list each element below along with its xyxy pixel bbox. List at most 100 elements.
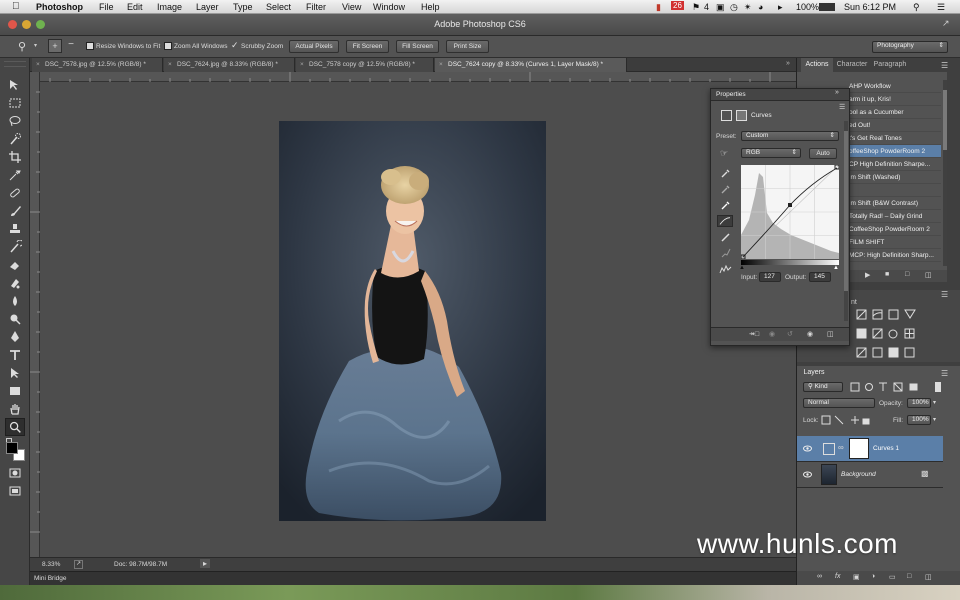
toggle-visibility-eye-icon[interactable]: ◉ (807, 330, 813, 338)
record-icon[interactable]: ▮ (656, 2, 661, 13)
curve-edit-points-icon[interactable] (717, 215, 733, 227)
blur-tool-icon[interactable] (8, 294, 22, 308)
gradient-tool-icon[interactable] (8, 276, 22, 290)
healing-brush-tool-icon[interactable] (8, 186, 22, 200)
tab-layers[interactable]: Layers (801, 366, 827, 380)
tool-preset-chevron-icon[interactable]: ▾ (34, 42, 37, 49)
fill-input[interactable]: 100% (907, 415, 931, 425)
adjustments-menu-icon[interactable]: ☰ (941, 290, 948, 299)
properties-header[interactable]: Properties » (711, 89, 849, 101)
volume-icon[interactable]: ▸ (778, 2, 783, 13)
layer-filter-icons[interactable] (849, 382, 945, 392)
layer-row-selected[interactable]: ∞ Curves 1 (797, 436, 943, 462)
curves-graph[interactable] (741, 165, 839, 259)
scrubby-zoom-checkbox[interactable]: ✓ (231, 40, 239, 51)
action-item[interactable]: ool as a Cucumber (849, 106, 941, 119)
zoom-tool-selected-icon[interactable] (5, 418, 25, 436)
menu-type[interactable]: Type (233, 2, 253, 12)
tab-overflow-icon[interactable]: » (786, 60, 790, 67)
layer-name[interactable]: Curves 1 (873, 445, 899, 452)
layer-name[interactable]: Background (841, 471, 876, 478)
document-tab[interactable]: × DSC_7624.jpg @ 8.33% (RGB/8) * (164, 58, 295, 72)
visibility-eye-icon[interactable] (803, 445, 812, 452)
fill-chevron-icon[interactable]: ▾ (933, 416, 936, 423)
marquee-tool-icon[interactable] (8, 96, 22, 110)
rectangle-tool-icon[interactable] (8, 384, 22, 398)
channel-select[interactable]: RGB ⇕ (741, 148, 801, 158)
workspace-select[interactable]: Photography ⇕ (872, 41, 948, 53)
fill-screen-button[interactable]: Fill Screen (396, 40, 439, 53)
delete-adjustment-icon[interactable]: ◫ (827, 330, 834, 338)
preset-select[interactable]: Custom ⇕ (741, 131, 839, 141)
action-item[interactable]: FILM SHIFT (849, 236, 941, 249)
properties-menu-icon[interactable]: ☰ (839, 103, 845, 111)
close-tab-icon[interactable]: × (168, 58, 172, 72)
close-tab-icon[interactable]: × (36, 58, 40, 72)
input-field[interactable]: 127 (759, 272, 781, 282)
curve-draw-pencil-icon[interactable] (721, 232, 731, 242)
action-item[interactable]: AHP Workflow (849, 80, 941, 93)
move-tool-icon[interactable] (8, 78, 22, 92)
fullscreen-icon[interactable]: ↗ (942, 18, 950, 29)
actual-pixels-button[interactable]: Actual Pixels (289, 40, 339, 53)
eyedropper-tool-icon[interactable] (8, 168, 22, 182)
curve-point-mid[interactable] (788, 203, 792, 207)
black-point-eyedropper-icon[interactable] (721, 168, 731, 178)
layer-style-icon[interactable]: fx (835, 573, 840, 580)
layer-thumbnail[interactable] (821, 464, 837, 485)
foreground-color-swatch[interactable] (6, 442, 18, 454)
type-tool-icon[interactable] (8, 348, 22, 362)
action-item[interactable]: arm it up, Kris! (849, 93, 941, 106)
zoom-level[interactable]: 8.33% (42, 561, 60, 568)
status-extra[interactable]: 4 (704, 2, 709, 12)
new-action-icon[interactable]: □ (905, 271, 909, 278)
clip-to-layer-icon[interactable]: ↠□ (749, 330, 759, 338)
lasso-tool-icon[interactable] (8, 114, 22, 128)
crop-tool-icon[interactable] (8, 150, 22, 164)
properties-scrollbar-thumb[interactable] (844, 131, 848, 291)
layer-mask-icon[interactable] (736, 110, 747, 121)
tab-paragraph[interactable]: Paragraph (871, 58, 909, 72)
opacity-input[interactable]: 100% (907, 398, 931, 408)
new-group-icon[interactable]: ▭ (889, 573, 896, 581)
wifi-icon[interactable]: ◕ (758, 2, 763, 12)
close-tab-icon[interactable]: × (439, 58, 443, 72)
tools-panel-grip[interactable] (4, 61, 26, 67)
battery-level[interactable]: 100% (796, 2, 819, 12)
adjustment-icons-grid[interactable] (855, 308, 945, 362)
zoom-all-checkbox[interactable] (164, 42, 172, 50)
auto-button[interactable]: Auto (809, 148, 837, 159)
layer-filter-kind-select[interactable]: ⚲ Kind (803, 382, 843, 392)
tab-actions[interactable]: Actions (801, 58, 833, 72)
add-mask-icon[interactable]: ▣ (853, 573, 860, 581)
menu-file[interactable]: File (99, 2, 114, 12)
histogram-warning-icon[interactable] (719, 264, 733, 274)
menu-select[interactable]: Select (266, 2, 291, 12)
document-tab-active[interactable]: × DSC_7624 copy @ 8.33% (Curves 1, Layer … (435, 58, 627, 72)
action-item[interactable]: CoffeeShop PowderRoom 2 (849, 223, 941, 236)
print-size-button[interactable]: Print Size (446, 40, 489, 53)
blend-mode-select[interactable]: Normal (803, 398, 875, 408)
fit-screen-button[interactable]: Fit Screen (346, 40, 389, 53)
new-set-icon[interactable]: ■ (885, 271, 889, 278)
action-item[interactable]: CP High Definition Sharpe... (849, 158, 941, 171)
mini-bridge-tab[interactable]: Mini Bridge (34, 575, 67, 582)
menubar-clock[interactable]: Sun 6:12 PM (844, 2, 896, 12)
quick-mask-icon[interactable] (8, 466, 22, 480)
layer-row[interactable]: Background ▩ (797, 462, 943, 488)
resize-windows-checkbox[interactable] (86, 42, 94, 50)
menu-layer[interactable]: Layer (196, 2, 219, 12)
quick-selection-tool-icon[interactable] (8, 132, 22, 146)
menu-edit[interactable]: Edit (127, 2, 143, 12)
new-adjustment-icon[interactable]: ◑ (871, 573, 875, 580)
gray-point-eyedropper-icon[interactable] (721, 184, 731, 194)
menu-window[interactable]: Window (373, 2, 405, 12)
layer-mask-thumbnail[interactable] (849, 438, 869, 459)
eraser-tool-icon[interactable] (8, 258, 22, 272)
action-item[interactable]: ed Out! (849, 119, 941, 132)
zoom-out-icon[interactable]: − (64, 39, 78, 53)
link-layers-icon[interactable]: ∞ (817, 573, 822, 580)
document-tab[interactable]: × DSC_7578 copy @ 12.5% (RGB/8) * (296, 58, 434, 72)
screen-mode-icon[interactable] (8, 484, 22, 498)
action-item[interactable]: Totally Rad! – Daily Grind (849, 210, 941, 223)
